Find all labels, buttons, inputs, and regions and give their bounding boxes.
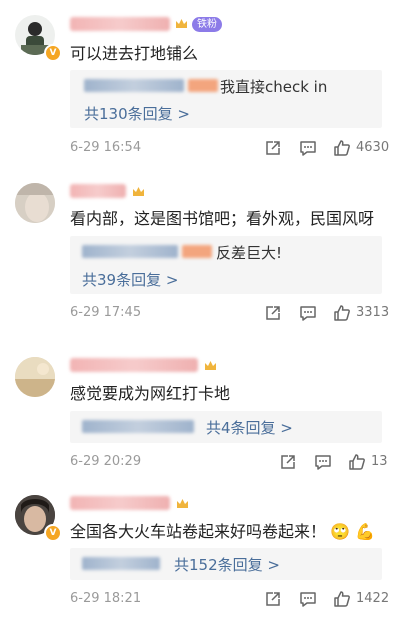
- timestamp: 6-29 18:21: [70, 591, 142, 606]
- crown-icon: [177, 499, 188, 508]
- emoji-icons: 🙄 💪: [330, 522, 375, 541]
- verified-badge: V: [44, 524, 62, 542]
- reply-box[interactable]: 共152条回复 >: [70, 548, 382, 580]
- comment-item: V 全国各大火车站卷起来好吗卷起来！ 🙄 💪 共152条回复 > 6-29 18:…: [0, 0, 404, 627]
- like-count: 1422: [356, 591, 390, 606]
- comment-text: 全国各大火车站卷起来好吗卷起来！ 🙄 💪: [70, 518, 375, 542]
- share-icon[interactable]: [264, 590, 282, 608]
- comment-icon[interactable]: [299, 590, 317, 608]
- like-icon[interactable]: [333, 590, 351, 608]
- reply-count-link[interactable]: 共152条回复 >: [174, 554, 280, 575]
- comment-text-body: 全国各大火车站卷起来好吗卷起来！: [70, 522, 327, 541]
- reply-username[interactable]: [82, 557, 160, 570]
- username[interactable]: [70, 496, 170, 510]
